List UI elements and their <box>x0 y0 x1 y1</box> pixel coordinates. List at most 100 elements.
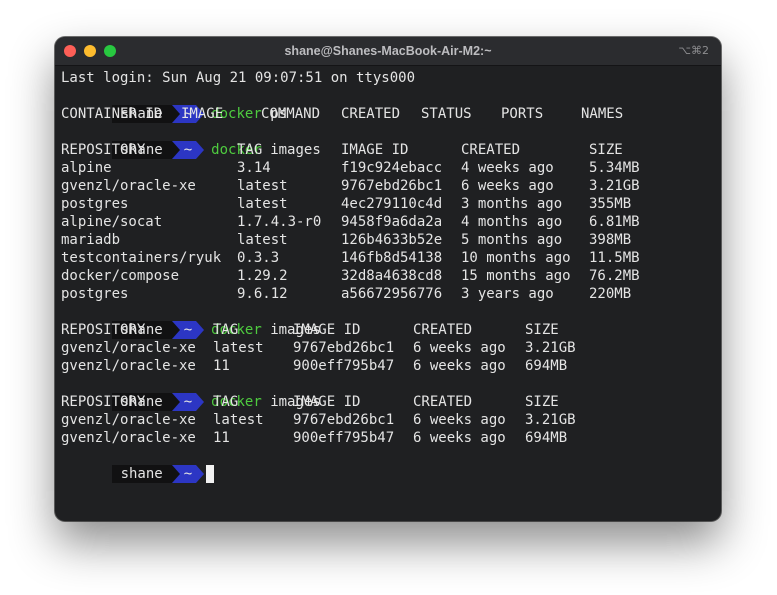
table-cell: 9458f9a6da2a <box>341 214 443 230</box>
table-cell: 4 weeks ago <box>461 160 554 176</box>
terminal-output[interactable]: Last login: Sun Aug 21 09:07:51 on ttys0… <box>61 69 715 483</box>
table-cell: latest <box>237 196 288 212</box>
table-cell: 1.7.4.3-r0 <box>237 214 322 230</box>
table-cell: 6 weeks ago <box>461 178 554 194</box>
table-row: docker/compose 1.29.2 32d8a4638cd8 15 month… <box>61 267 715 285</box>
images-table: REPOSITORY TAG IMAGE ID CREATED SIZE gvenzl/o… <box>61 321 715 375</box>
table-cell: 694MB <box>525 358 568 374</box>
table-cell: 0.3.3 <box>237 250 280 266</box>
table-cell: 3 years ago <box>461 286 554 302</box>
table-cell: gvenzl/oracle-xe <box>61 412 196 428</box>
table-cell: gvenzl/oracle-xe <box>61 340 196 356</box>
table-cell: 900eff795b47 <box>293 358 395 374</box>
table-cell: 9767ebd26bc1 <box>341 178 443 194</box>
prompt-line: shane ~ docker ps <box>61 87 715 123</box>
column-header: SIZE <box>525 322 559 338</box>
table-cell: 6 weeks ago <box>413 340 506 356</box>
table-row: alpine 3.14 f19c924ebacc 4 weeks ago 5.34MB <box>61 159 715 177</box>
column-header: REPOSITORY <box>61 142 146 158</box>
title-bar[interactable]: shane@Shanes-MacBook-Air-M2:~ ⌥⌘2 <box>55 37 721 66</box>
table-cell: 398MB <box>589 232 632 248</box>
ps-header-row: CONTAINER ID IMAGE COMMAND CREATED STATU… <box>61 105 715 123</box>
table-cell: 5.34MB <box>589 160 640 176</box>
column-header: IMAGE ID <box>341 142 409 158</box>
column-header: IMAGE ID <box>293 322 361 338</box>
table-cell: a56672956776 <box>341 286 443 302</box>
table-cell: 10 months ago <box>461 250 571 266</box>
table-row: gvenzl/oracle-xe 11 900eff795b47 6 weeks ag… <box>61 357 715 375</box>
table-row: alpine/socat 1.7.4.3-r0 9458f9a6da2a 4 mont… <box>61 213 715 231</box>
column-header: REPOSITORY <box>61 322 146 338</box>
table-cell: gvenzl/oracle-xe <box>61 358 196 374</box>
table-row: gvenzl/oracle-xe latest 9767ebd26bc1 6 week… <box>61 339 715 357</box>
table-cell: 694MB <box>525 430 568 446</box>
table-cell: 3.21GB <box>525 412 576 428</box>
table-cell: 3.21GB <box>525 340 576 356</box>
prompt-user: shane <box>111 465 172 483</box>
prompt-dir: ~ <box>171 465 205 483</box>
window-shortcut-label: ⌥⌘2 <box>678 44 709 57</box>
table-cell: 126b4633b52e <box>341 232 443 248</box>
table-cell: 3.14 <box>237 160 271 176</box>
column-header: IMAGE ID <box>293 394 361 410</box>
table-header-row: REPOSITORY TAG IMAGE ID CREATED SIZE <box>61 321 715 339</box>
table-cell: 6 weeks ago <box>413 430 506 446</box>
table-cell: 4 months ago <box>461 214 563 230</box>
images-table: REPOSITORY TAG IMAGE ID CREATED SIZE alpine 3.… <box>61 141 715 303</box>
table-cell: 5 months ago <box>461 232 563 248</box>
last-login-line: Last login: Sun Aug 21 09:07:51 on ttys0… <box>61 70 416 86</box>
column-header: CREATED <box>341 106 401 122</box>
column-header: SIZE <box>589 142 623 158</box>
table-cell: postgres <box>61 196 129 212</box>
table-cell: 15 months ago <box>461 268 571 284</box>
table-cell: 355MB <box>589 196 632 212</box>
table-cell: f19c924ebacc <box>341 160 443 176</box>
table-cell: 76.2MB <box>589 268 640 284</box>
table-row: gvenzl/oracle-xe 11 900eff795b47 6 weeks ag… <box>61 429 715 447</box>
table-cell: 9.6.12 <box>237 286 288 302</box>
column-header: STATUS <box>421 106 472 122</box>
table-cell: 32d8a4638cd8 <box>341 268 443 284</box>
terminal-window[interactable]: shane@Shanes-MacBook-Air-M2:~ ⌥⌘2 Last l… <box>55 37 721 521</box>
column-header: REPOSITORY <box>61 394 146 410</box>
table-cell: 6.81MB <box>589 214 640 230</box>
table-row: postgres latest 4ec279110c4d 3 months ago 35… <box>61 195 715 213</box>
table-cell: 9767ebd26bc1 <box>293 412 395 428</box>
active-prompt-line[interactable]: shane ~ <box>61 447 715 483</box>
prompt-line: shane ~ docker images <box>61 375 715 411</box>
column-header: TAG <box>237 142 263 158</box>
table-cell: alpine <box>61 160 112 176</box>
table-cell: 3.21GB <box>589 178 640 194</box>
table-cell: 11 <box>213 430 230 446</box>
table-cell: docker/compose <box>61 268 180 284</box>
table-cell: latest <box>213 340 264 356</box>
prompt: shane ~ <box>111 465 205 483</box>
table-cell: 4ec279110c4d <box>341 196 443 212</box>
column-header: COMMAND <box>261 106 321 122</box>
table-row: gvenzl/oracle-xe latest 9767ebd26bc1 6 week… <box>61 411 715 429</box>
table-cell: 1.29.2 <box>237 268 288 284</box>
column-header: PORTS <box>501 106 544 122</box>
text-cursor[interactable] <box>206 465 215 483</box>
column-header: CREATED <box>413 322 473 338</box>
table-row: gvenzl/oracle-xe latest 9767ebd26bc1 6 week… <box>61 177 715 195</box>
column-header: CONTAINER ID <box>61 106 163 122</box>
prompt-line: shane ~ docker images <box>61 123 715 159</box>
table-cell: 11 <box>213 358 230 374</box>
table-row: testcontainers/ryuk 0.3.3 146fb8d54138 10 m… <box>61 249 715 267</box>
table-cell: mariadb <box>61 232 121 248</box>
table-header-row: REPOSITORY TAG IMAGE ID CREATED SIZE <box>61 141 715 159</box>
table-cell: 9767ebd26bc1 <box>293 340 395 356</box>
table-cell: gvenzl/oracle-xe <box>61 178 196 194</box>
column-header: TAG <box>213 394 239 410</box>
table-row: postgres 9.6.12 a56672956776 3 years ago 220… <box>61 285 715 303</box>
table-cell: testcontainers/ryuk <box>61 250 222 266</box>
table-cell: gvenzl/oracle-xe <box>61 430 196 446</box>
column-header: CREATED <box>461 142 521 158</box>
table-cell: 11.5MB <box>589 250 640 266</box>
table-row: mariadb latest 126b4633b52e 5 months ago 398… <box>61 231 715 249</box>
column-header: NAMES <box>581 106 624 122</box>
prompt-line: shane ~ docker images <box>61 303 715 339</box>
table-cell: latest <box>213 412 264 428</box>
table-cell: latest <box>237 178 288 194</box>
